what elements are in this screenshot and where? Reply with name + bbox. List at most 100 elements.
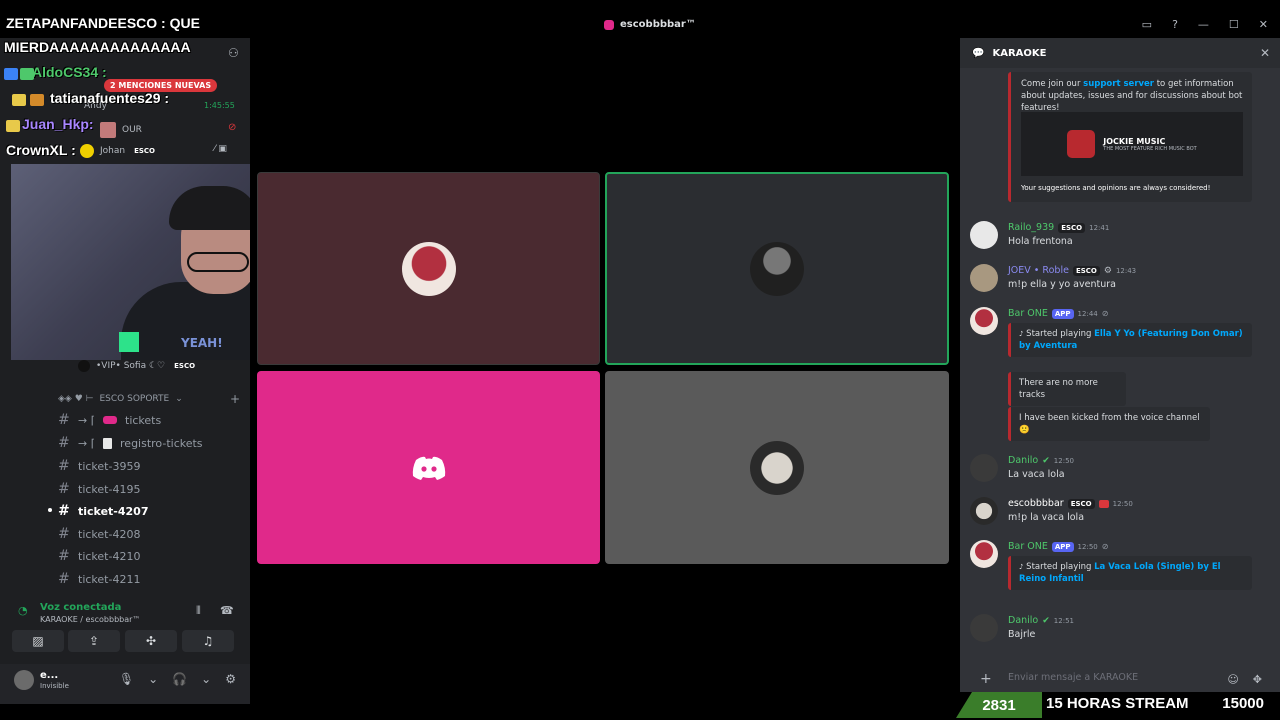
webcam-green-cube (119, 332, 139, 352)
activities-button[interactable]: ✣ (125, 630, 177, 652)
user-avatar (78, 360, 90, 372)
channel-prefix: → ⌈ (78, 413, 96, 427)
message-text: Bajrle (1008, 629, 1036, 640)
message-author[interactable]: Bar ONE (1008, 541, 1048, 552)
close-icon[interactable]: ✕ (1260, 46, 1270, 60)
message-time: 12:50 (1077, 542, 1098, 551)
chevron-down-icon[interactable]: ⌄ (201, 672, 211, 686)
hash-icon: # (58, 435, 70, 451)
channel-label: ticket-4210 (78, 549, 141, 563)
support-embed: Come join our support server to get info… (1008, 72, 1252, 202)
message-header: Danilo ✔ 12:50 (1008, 455, 1074, 466)
live-icon (1098, 499, 1109, 508)
channel-ticket-4207[interactable]: # ticket-4207 (58, 503, 148, 519)
voice-user[interactable]: OUR (100, 122, 142, 138)
music-icon: ♪ (1019, 330, 1024, 338)
chevron-down-icon[interactable]: ⌄ (148, 672, 158, 686)
disconnect-icon[interactable]: ☎ (220, 604, 234, 617)
apps-icon[interactable]: ✥ (1253, 673, 1262, 686)
participant-tile[interactable] (605, 371, 949, 564)
participant-tile[interactable] (257, 172, 600, 365)
channel-ticket-4195[interactable]: # ticket-4195 (58, 481, 140, 497)
invite-icon[interactable]: ⚇ (228, 46, 239, 60)
message-author[interactable]: Railo_939 (1008, 222, 1054, 233)
server-tag: ESCO (1058, 222, 1086, 233)
server-icon (604, 19, 614, 30)
hash-icon: # (58, 503, 70, 519)
user-status: Invisible (40, 682, 69, 690)
message-author[interactable]: Danilo (1008, 615, 1038, 626)
avatar[interactable] (970, 264, 998, 292)
stream-goal-bar: 2831 15 HORAS STREAM 15000 (956, 692, 1280, 720)
unread-indicator (48, 508, 52, 512)
voice-location[interactable]: KARAOKE / escobbbbar™ (40, 615, 140, 624)
chat-bubble-icon: 💬 (972, 47, 985, 59)
microphone-icon[interactable]: 🎙 (119, 672, 134, 686)
bot-avatar[interactable] (970, 307, 998, 335)
message-author[interactable]: escobbbbar (1008, 498, 1064, 509)
webcam-person-beanie (169, 186, 259, 230)
deafened-icon: ⊘ (228, 122, 237, 133)
user-name[interactable]: e... (40, 670, 58, 681)
message-author[interactable]: JOEV • Roble (1008, 265, 1069, 276)
voice-user[interactable]: Johan ESCO (80, 144, 159, 158)
message-time: 12:43 (1115, 266, 1137, 275)
dog-avatar[interactable] (970, 497, 998, 525)
support-server-link[interactable]: support server (1083, 79, 1154, 89)
bot-avatar (401, 241, 456, 296)
channel-ticket-4211[interactable]: # ticket-4211 (58, 571, 140, 587)
channel-ticket-3959[interactable]: # ticket-3959 (58, 458, 140, 474)
banner-title: JOCKIE MUSIC (1103, 136, 1166, 146)
server-tag: ESCO (1072, 265, 1100, 276)
channel-label: ticket-3959 (78, 459, 141, 473)
stream-icons: ⁄ ▣ (214, 144, 227, 154)
create-channel-icon[interactable]: + (230, 392, 240, 406)
message-author[interactable]: Danilo (1008, 455, 1038, 466)
channel-tickets[interactable]: # → ⌈ tickets (58, 412, 161, 428)
headphones-icon[interactable]: 🎧 (172, 672, 187, 686)
voice-user[interactable]: •VIP• Sofia ☾♡ ESCO (78, 360, 199, 372)
attach-plus-icon[interactable]: + (980, 671, 992, 687)
overlay-username: tatianafuentes29 : (50, 90, 170, 106)
overlay-username: CrownXL : (6, 142, 76, 158)
soundboard-button[interactable]: ♫ (182, 630, 234, 652)
server-title: escobbbbar™ (604, 19, 696, 30)
discord-logo-icon (412, 456, 445, 480)
category-esco-soporte[interactable]: ◈◈ ♥ ⊢ ESCO SOPORTE ⌄ (58, 394, 183, 404)
avatar[interactable] (970, 221, 998, 249)
channel-ticket-4208[interactable]: # ticket-4208 (58, 526, 140, 542)
hash-icon: # (58, 526, 70, 542)
channel-ticket-4210[interactable]: # ticket-4210 (58, 548, 140, 564)
badge-icon (12, 94, 26, 106)
ticket-emoji-icon (103, 416, 118, 424)
gear-icon: ⚙ (1103, 265, 1112, 276)
user-avatar (100, 122, 116, 138)
bot-avatar[interactable] (970, 540, 998, 568)
avatar[interactable] (970, 454, 998, 482)
camera-off-button[interactable]: ▨ (12, 630, 64, 652)
maximize-button[interactable]: ☐ (1229, 18, 1239, 31)
avatar[interactable] (14, 670, 34, 690)
hash-icon: # (58, 412, 70, 428)
user-avatar (80, 144, 94, 158)
gear-icon[interactable]: ⚙ (225, 672, 236, 686)
user-panel: e... Invisible 🎙 ⌄ 🎧 ⌄ ⚙ (0, 664, 250, 704)
message-time: 12:51 (1053, 616, 1074, 625)
participant-tile-speaking[interactable] (605, 172, 949, 365)
inbox-icon[interactable]: ▭ (1142, 18, 1152, 31)
participant-tile[interactable] (257, 371, 600, 564)
minimize-button[interactable]: — (1198, 18, 1209, 31)
document-icon (103, 437, 113, 449)
channel-registro-tickets[interactable]: # → ⌈ registro-tickets (58, 435, 203, 451)
voice-status: Voz conectada (40, 602, 122, 613)
message-header: Danilo ✔ 12:51 (1008, 615, 1074, 626)
emoji-icon[interactable]: ☺ (1227, 673, 1238, 686)
close-button[interactable]: ✕ (1259, 18, 1268, 31)
dog-avatar (750, 440, 804, 495)
screen-share-button[interactable]: ⇪ (68, 630, 120, 652)
noise-suppression-icon[interactable]: ⦀ (196, 604, 201, 618)
message-input[interactable]: + Enviar mensaje a KARAOKE ☺ ✥ (970, 668, 1270, 690)
help-icon[interactable]: ? (1172, 18, 1178, 31)
avatar[interactable] (970, 614, 998, 642)
message-author[interactable]: Bar ONE (1008, 308, 1048, 319)
